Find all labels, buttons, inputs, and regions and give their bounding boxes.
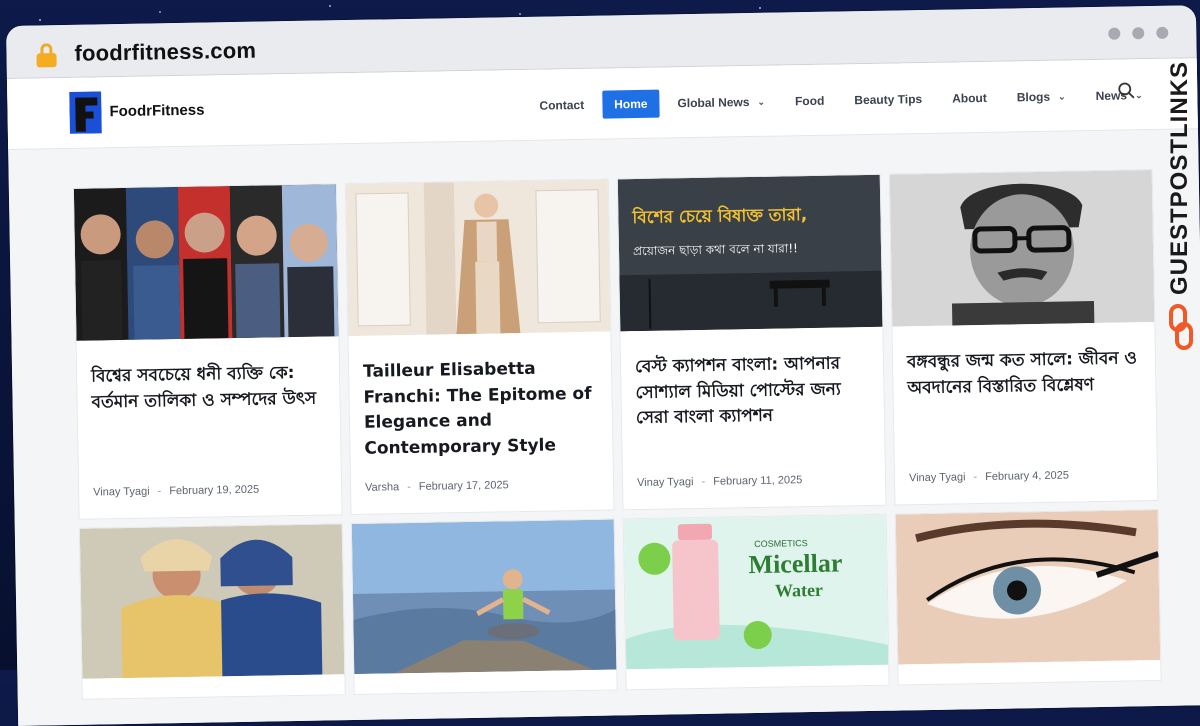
caption-line-1: বিশের চেয়ে বিষাক্ত তারা, bbox=[631, 203, 807, 228]
post-card[interactable] bbox=[79, 523, 346, 700]
post-meta: Vinay Tyagi-February 4, 2025 bbox=[909, 470, 1069, 485]
window-controls bbox=[1096, 24, 1168, 44]
main-menu: Contact Home Global News ⌄ Food Beauty Ti… bbox=[527, 81, 1161, 120]
menu-item-label: Home bbox=[614, 97, 648, 112]
post-card[interactable] bbox=[351, 518, 618, 695]
caption-quote-icon[interactable]: বিশের চেয়ে বিষাক্ত তারা, প্রয়োজন ছাড়া… bbox=[618, 175, 883, 332]
post-grid: বিশ্বের সবচেয়ে ধনী ব্যক্তি কে: বর্তমান … bbox=[73, 169, 1143, 188]
menu-item-about[interactable]: About bbox=[940, 84, 999, 113]
chevron-down-icon: ⌄ bbox=[1058, 91, 1066, 102]
post-card[interactable]: Tailleur Elisabetta Franchi: The Epitome… bbox=[345, 179, 615, 516]
menu-item-beauty-tips[interactable]: Beauty Tips bbox=[842, 85, 934, 115]
post-card[interactable]: বিশ্বের সবচেয়ে ধনী ব্যক্তি কে: বর্তমান … bbox=[73, 183, 343, 520]
chevron-down-icon: ⌄ bbox=[1135, 90, 1143, 101]
eyeliner-icon[interactable] bbox=[896, 510, 1161, 665]
post-author[interactable]: Vinay Tyagi bbox=[637, 476, 694, 489]
post-date: February 11, 2025 bbox=[713, 474, 802, 488]
micellar-brand-2: Water bbox=[775, 580, 823, 601]
sidebrand-text: GUESTPOSTLINKS bbox=[1166, 42, 1194, 314]
bw-portrait-icon[interactable] bbox=[890, 170, 1155, 327]
menu-item-label: Beauty Tips bbox=[854, 92, 922, 107]
post-meta: Vinay Tyagi-February 11, 2025 bbox=[637, 474, 802, 489]
post-title[interactable]: বেস্ট ক্যাপশন বাংলা: আপনার সোশ্যাল মিডিয… bbox=[635, 351, 872, 432]
menu-item-home[interactable]: Home bbox=[602, 90, 660, 119]
menu-item-label: Blogs bbox=[1017, 90, 1051, 105]
url-text[interactable]: foodrfitness.com bbox=[74, 38, 256, 67]
post-author[interactable]: Vinay Tyagi bbox=[909, 471, 966, 484]
post-title[interactable]: Tailleur Elisabetta Franchi: The Epitome… bbox=[363, 356, 601, 462]
post-meta: Vinay Tyagi-February 19, 2025 bbox=[93, 484, 259, 499]
menu-item-contact[interactable]: Contact bbox=[527, 91, 596, 120]
post-title[interactable]: বঙ্গবন্ধুর জন্ম কত সালে: জীবন ও অবদানের … bbox=[907, 346, 1144, 401]
caption-line-2: প্রয়োজন ছাড়া কথা বলে না যারা!! bbox=[633, 241, 798, 258]
lock-icon bbox=[36, 43, 56, 67]
logo-text: FoodrFitness bbox=[109, 102, 204, 121]
site-logo[interactable]: FoodrFitness bbox=[69, 92, 70, 134]
chain-link-icon bbox=[1168, 304, 1194, 350]
menu-item-label: Contact bbox=[539, 98, 584, 113]
micellar-small-label: COSMETICS bbox=[754, 538, 808, 549]
menu-item-blogs[interactable]: Blogs ⌄ bbox=[1005, 82, 1078, 111]
post-card[interactable]: COSMETICS Micellar Water bbox=[623, 514, 890, 691]
menu-item-label: Food bbox=[795, 94, 825, 109]
post-date: February 17, 2025 bbox=[419, 479, 509, 493]
post-author[interactable]: Varsha bbox=[365, 481, 399, 494]
post-title[interactable]: বিশ্বের সবচেয়ে ধনী ব্যক্তি কে: বর্তমান … bbox=[91, 360, 328, 415]
menu-item-global-news[interactable]: Global News ⌄ bbox=[665, 88, 777, 118]
window-dot-icon[interactable] bbox=[1108, 28, 1120, 40]
search-icon[interactable] bbox=[1117, 81, 1135, 99]
meta-separator: - bbox=[973, 471, 977, 483]
fashion-model-icon[interactable] bbox=[346, 180, 611, 337]
micellar-water-icon[interactable]: COSMETICS Micellar Water bbox=[624, 515, 889, 670]
meta-separator: - bbox=[158, 485, 162, 497]
meta-separator: - bbox=[701, 476, 705, 488]
browser-window: foodrfitness.com FoodrFitness Contact Ho… bbox=[6, 5, 1200, 726]
post-card[interactable]: বিশের চেয়ে বিষাক্ত তারা, প্রয়োজন ছাড়া… bbox=[617, 174, 887, 511]
window-dot-icon[interactable] bbox=[1156, 27, 1168, 39]
chevron-down-icon: ⌄ bbox=[757, 96, 765, 107]
couple-rain-icon[interactable] bbox=[80, 524, 345, 679]
window-dot-icon[interactable] bbox=[1132, 27, 1144, 39]
post-card[interactable]: বঙ্গবন্ধুর জন্ম কত সালে: জীবন ও অবদানের … bbox=[889, 169, 1159, 506]
menu-item-food[interactable]: Food bbox=[783, 87, 837, 116]
website-viewport: FoodrFitness Contact Home Global News ⌄ F… bbox=[7, 58, 1200, 726]
post-meta: Varsha-February 17, 2025 bbox=[365, 479, 509, 494]
post-date: February 4, 2025 bbox=[985, 470, 1069, 483]
post-author[interactable]: Vinay Tyagi bbox=[93, 486, 150, 499]
menu-item-label: Global News bbox=[677, 95, 749, 110]
yoga-mountain-icon[interactable] bbox=[352, 519, 617, 674]
menu-item-label: About bbox=[952, 91, 987, 106]
micellar-brand: Micellar bbox=[748, 548, 842, 579]
post-card[interactable] bbox=[895, 509, 1162, 686]
portrait-collage-icon[interactable] bbox=[74, 184, 339, 341]
post-date: February 19, 2025 bbox=[169, 484, 259, 498]
logo-f-icon bbox=[69, 91, 102, 134]
meta-separator: - bbox=[407, 481, 411, 493]
